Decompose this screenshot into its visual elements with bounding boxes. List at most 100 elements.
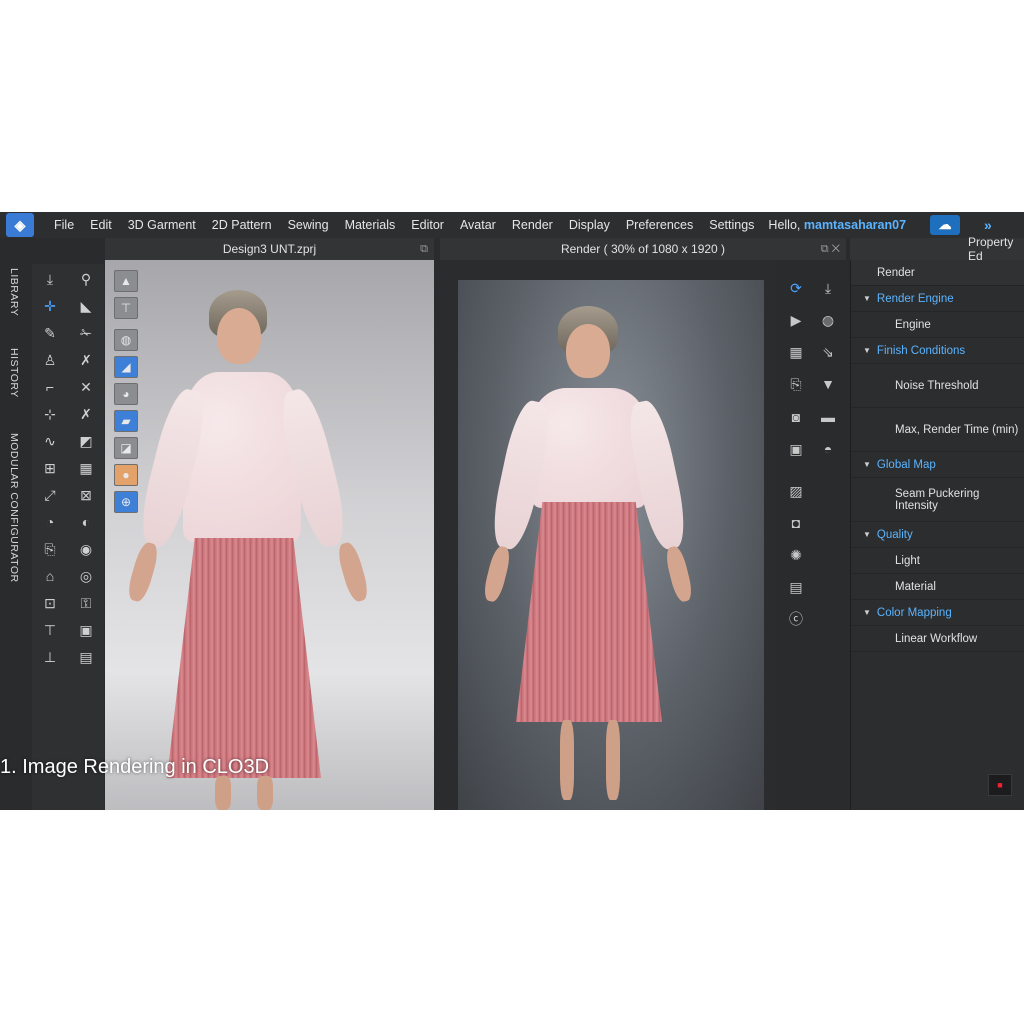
save-render-icon[interactable]: ⤓	[815, 276, 841, 300]
prop-render[interactable]: Render	[851, 260, 1024, 286]
select-mesh-icon[interactable]: ◣	[72, 294, 100, 318]
select-move-icon[interactable]: ✛	[36, 294, 64, 318]
copy-icon[interactable]: ⎘	[783, 373, 809, 397]
steam-icon[interactable]: ✁	[72, 321, 100, 345]
shirt-icon[interactable]: ⊤	[36, 618, 64, 642]
texture-icon[interactable]: ◩	[72, 429, 100, 453]
3d-viewport[interactable]	[105, 260, 434, 810]
dome-light-icon[interactable]: ◓	[815, 437, 841, 461]
clapper-settings-icon[interactable]: ▦	[783, 340, 809, 364]
camera-settings-icon[interactable]: ◘	[783, 511, 809, 535]
fold-icon[interactable]: ⌐	[36, 375, 64, 399]
section-label: Render Engine	[876, 292, 954, 305]
graphic-icon[interactable]: ◐	[72, 510, 100, 534]
buttonhole-icon[interactable]: ◎	[72, 564, 100, 588]
avatar-measure-icon[interactable]: ⌂	[36, 564, 64, 588]
spotlight-icon[interactable]: ▼	[815, 372, 841, 396]
render-refresh-icon[interactable]: ⟳	[783, 276, 809, 300]
tab-modular-configurator[interactable]: MODULAR CONFIGURATOR	[8, 433, 20, 583]
tack-icon[interactable]: ⊹	[36, 402, 64, 426]
image-export-icon[interactable]: ▣	[783, 437, 809, 461]
menu-preferences[interactable]: Preferences	[618, 218, 701, 232]
arrangement-icon[interactable]: ⊡	[36, 591, 64, 615]
garment-fit-icon[interactable]: ♙	[36, 348, 64, 372]
collapse-triangle-icon[interactable]: ▼	[863, 294, 871, 303]
prop-material[interactable]: Material	[851, 574, 1024, 600]
property-editor-title: Property Ed	[968, 235, 1014, 263]
animation-settings-icon[interactable]: ▤	[783, 575, 809, 599]
prop-light[interactable]: Light	[851, 548, 1024, 574]
username[interactable]: mamtasaharan07	[804, 218, 906, 232]
tab-library[interactable]: LIBRARY	[8, 268, 20, 316]
menu-editor[interactable]: Editor	[403, 218, 452, 232]
menu-file[interactable]: File	[46, 218, 82, 232]
menu-display[interactable]: Display	[561, 218, 618, 232]
prop-section-color-mapping[interactable]: ▼ Color Mapping	[851, 600, 1024, 626]
prop-linear-workflow[interactable]: Linear Workflow	[851, 626, 1024, 652]
menu-2d-pattern[interactable]: 2D Pattern	[204, 218, 280, 232]
tab-history[interactable]: HISTORY	[8, 348, 20, 398]
pattern-grid-icon[interactable]: ▦	[72, 456, 100, 480]
mesh-display-icon[interactable]: ◪	[114, 437, 138, 459]
button-icon[interactable]: ◉	[72, 537, 100, 561]
collapse-triangle-icon[interactable]: ▼	[863, 530, 871, 539]
globe-display-icon[interactable]: ⊕	[114, 491, 138, 513]
button-tool-icon[interactable]: ⊞	[36, 456, 64, 480]
clo-logo-icon[interactable]: ◈	[6, 213, 34, 237]
avatar-pose-icon[interactable]: ◕	[114, 383, 138, 405]
cloud-icon[interactable]: ☁	[930, 215, 961, 235]
image-settings-icon[interactable]: ▨	[783, 479, 809, 503]
prop-seam-puckering-intensity[interactable]: Seam Puckering Intensity	[851, 478, 1024, 522]
clapper-icon[interactable]: ▶	[783, 308, 809, 332]
avatar-skin-icon[interactable]: ●	[114, 464, 138, 486]
texture-display-icon[interactable]: ◍	[114, 329, 138, 351]
pin-icon[interactable]: ⤢	[36, 483, 64, 507]
prop-engine[interactable]: Engine	[851, 312, 1024, 338]
prop-max-render-time[interactable]: Max, Render Time (min)	[851, 408, 1024, 452]
undock-icon[interactable]: ⧉	[420, 243, 428, 256]
rendered-head	[566, 324, 610, 378]
chevron-expand-icon[interactable]: »	[984, 217, 992, 233]
render-canvas[interactable]	[458, 280, 764, 810]
menu-materials[interactable]: Materials	[337, 218, 404, 232]
sleeve-icon[interactable]: ▤	[72, 645, 100, 669]
prop-section-finish-conditions[interactable]: ▼ Finish Conditions	[851, 338, 1024, 364]
edit-pattern-icon[interactable]: ✎	[36, 321, 64, 345]
garment-display-icon[interactable]: ▲	[114, 270, 138, 292]
shirt-display-icon[interactable]: ⊤	[114, 297, 138, 319]
menu-settings[interactable]: Settings	[701, 218, 762, 232]
light-settings-icon[interactable]: ✺	[783, 543, 809, 567]
fabric-display-icon[interactable]: ▰	[114, 410, 138, 432]
garment-icon[interactable]: ⊥	[36, 645, 64, 669]
lights-icon[interactable]: ⇘	[815, 340, 841, 364]
zipper-pull-icon[interactable]: ▣	[72, 618, 100, 642]
lock-icon[interactable]: ⚿	[72, 591, 100, 615]
prop-section-global-map[interactable]: ▼ Global Map	[851, 452, 1024, 478]
prop-section-render-engine[interactable]: ▼ Render Engine	[851, 286, 1024, 312]
avatar-display-icon[interactable]: ◢	[114, 356, 138, 378]
render-c-icon[interactable]: ⓒ	[783, 607, 809, 631]
trim-icon[interactable]: ⊠	[72, 483, 100, 507]
menu-edit[interactable]: Edit	[82, 218, 120, 232]
measure-icon[interactable]: ◔	[36, 510, 64, 534]
simulate-icon[interactable]: ⤓	[36, 267, 64, 291]
menu-avatar[interactable]: Avatar	[452, 218, 504, 232]
menu-render[interactable]: Render	[504, 218, 561, 232]
zipper-icon[interactable]: ✕	[72, 375, 100, 399]
render-window-controls[interactable]: ⧉ ✕	[821, 243, 840, 256]
menu-sewing[interactable]: Sewing	[280, 218, 337, 232]
prop-noise-threshold[interactable]: Noise Threshold	[851, 364, 1024, 408]
collapse-triangle-icon[interactable]: ▼	[863, 460, 871, 469]
pin-mesh-icon[interactable]: ✗	[72, 348, 100, 372]
cylinder-icon[interactable]: ▬	[815, 405, 841, 429]
collapse-triangle-icon[interactable]: ▼	[863, 608, 871, 617]
layer-icon[interactable]: ⎘	[36, 537, 64, 561]
prop-section-quality[interactable]: ▼ Quality	[851, 522, 1024, 548]
camera-icon[interactable]: ◙	[783, 405, 809, 429]
menu-3d-garment[interactable]: 3D Garment	[120, 218, 204, 232]
collapse-triangle-icon[interactable]: ▼	[863, 346, 871, 355]
puckering-icon[interactable]: ✗	[72, 402, 100, 426]
strap-icon[interactable]: ∿	[36, 429, 64, 453]
sphere-icon[interactable]: ◍	[815, 308, 841, 332]
walk-avatar-icon[interactable]: ⚲	[72, 267, 100, 291]
